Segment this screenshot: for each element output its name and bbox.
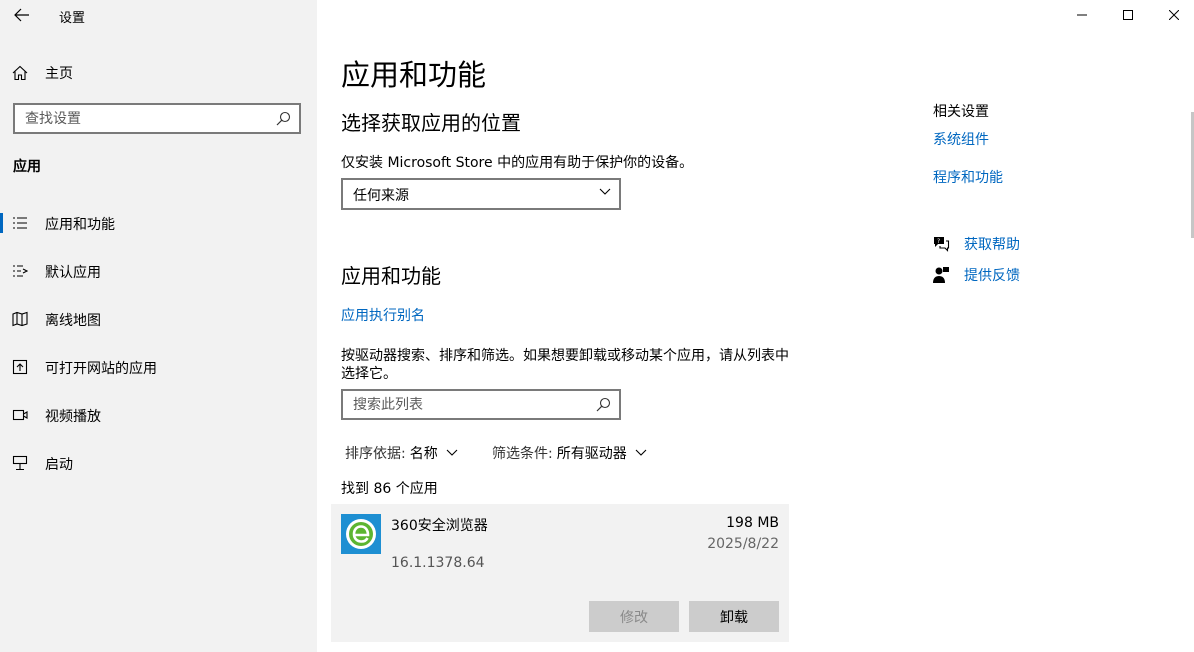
programs-features-link[interactable]: 程序和功能 xyxy=(933,167,1003,187)
sidebar-item-label: 视频播放 xyxy=(45,409,101,425)
maximize-icon xyxy=(1123,10,1133,20)
startup-icon xyxy=(12,455,28,471)
sort-value: 名称 xyxy=(409,446,438,462)
sidebar-item-label: 可打开网站的应用 xyxy=(45,361,157,377)
related-settings-title: 相关设置 xyxy=(933,104,989,120)
sidebar-home[interactable]: 主页 xyxy=(12,62,73,84)
page-title: 应用和功能 xyxy=(341,58,487,92)
minimize-icon xyxy=(1077,14,1087,16)
list-icon xyxy=(13,217,27,229)
chevron-down-icon xyxy=(599,188,611,195)
app-list-search-input[interactable] xyxy=(343,391,583,418)
map-icon xyxy=(12,311,28,327)
main-content: 应用和功能 选择获取应用的位置 仅安装 Microsoft Store 中的应用… xyxy=(317,0,1194,652)
install-location-description: 仅安装 Microsoft Store 中的应用有助于保护你的设备。 xyxy=(341,155,694,171)
help-chat-icon: ? xyxy=(934,237,950,252)
app-list-search[interactable] xyxy=(341,389,621,420)
sidebar: 设置 主页 应用 应用和功能 默认应用 离线地图 可打开网站的应用 视频播放 启… xyxy=(0,0,317,652)
apps-found-count: 找到 86 个应用 xyxy=(341,481,438,497)
app-name: 360安全浏览器 xyxy=(391,518,488,534)
default-apps-icon xyxy=(13,265,28,277)
feedback-person-icon xyxy=(933,267,949,283)
open-website-icon xyxy=(12,359,28,375)
back-button[interactable] xyxy=(8,2,36,28)
modify-button[interactable]: 修改 xyxy=(589,601,679,632)
search-icon[interactable] xyxy=(596,397,611,412)
chevron-down-icon xyxy=(446,449,458,456)
feedback-row[interactable]: 提供反馈 xyxy=(932,265,1020,285)
sidebar-item-video-playback[interactable]: 视频播放 xyxy=(0,395,317,435)
apps-description-line2: 选择它。 xyxy=(341,366,397,382)
sidebar-section-title: 应用 xyxy=(13,159,41,175)
app-install-date: 2025/8/22 xyxy=(707,536,779,552)
sort-label: 排序依据: xyxy=(345,446,406,462)
uninstall-button[interactable]: 卸载 xyxy=(689,601,779,632)
sidebar-item-apps-for-websites[interactable]: 可打开网站的应用 xyxy=(0,347,317,387)
install-location-title: 选择获取应用的位置 xyxy=(341,111,521,135)
settings-search[interactable] xyxy=(13,103,301,134)
sidebar-item-offline-maps[interactable]: 离线地图 xyxy=(0,299,317,339)
sidebar-item-label: 离线地图 xyxy=(45,313,101,329)
close-icon xyxy=(1169,10,1179,20)
app-source-select[interactable]: 任何来源 xyxy=(341,178,621,210)
sidebar-item-apps-features[interactable]: 应用和功能 xyxy=(0,203,317,243)
app-version: 16.1.1378.64 xyxy=(391,555,485,571)
app-source-value: 任何来源 xyxy=(353,188,409,204)
window-title: 设置 xyxy=(59,11,86,26)
filter-label: 筛选条件: xyxy=(492,446,553,462)
apps-description-line1: 按驱动器搜索、排序和筛选。如果想要卸载或移动某个应用，请从列表中 xyxy=(341,348,789,364)
settings-search-input[interactable] xyxy=(15,105,265,132)
close-button[interactable] xyxy=(1151,0,1194,30)
sidebar-item-default-apps[interactable]: 默认应用 xyxy=(0,251,317,291)
app-list-item[interactable]: 360安全浏览器 198 MB 2025/8/22 16.1.1378.64 修… xyxy=(331,504,789,642)
sidebar-item-label: 应用和功能 xyxy=(45,217,115,233)
home-label: 主页 xyxy=(45,66,73,82)
filter-dropdown[interactable]: 筛选条件: 所有驱动器 xyxy=(492,443,647,463)
app-size: 198 MB xyxy=(726,515,779,531)
get-help-row[interactable]: ? 获取帮助 xyxy=(932,234,1020,254)
sidebar-item-startup[interactable]: 启动 xyxy=(0,443,317,483)
filter-value: 所有驱动器 xyxy=(556,446,627,462)
video-icon xyxy=(12,409,28,421)
feedback-link[interactable]: 提供反馈 xyxy=(964,265,1020,285)
sidebar-item-label: 启动 xyxy=(45,457,73,473)
360-browser-icon xyxy=(341,514,381,554)
maximize-button[interactable] xyxy=(1105,0,1151,30)
home-icon xyxy=(12,65,28,81)
back-arrow-icon xyxy=(14,8,29,22)
get-help-link[interactable]: 获取帮助 xyxy=(964,234,1020,254)
system-components-link[interactable]: 系统组件 xyxy=(933,129,989,149)
svg-text:?: ? xyxy=(937,238,940,245)
chevron-down-icon xyxy=(635,449,647,456)
sort-dropdown[interactable]: 排序依据: 名称 xyxy=(345,443,458,463)
search-icon[interactable] xyxy=(276,111,291,126)
apps-features-title: 应用和功能 xyxy=(341,264,441,288)
minimize-button[interactable] xyxy=(1059,0,1105,30)
sidebar-item-label: 默认应用 xyxy=(45,265,101,281)
app-execution-alias-link[interactable]: 应用执行别名 xyxy=(341,305,425,325)
